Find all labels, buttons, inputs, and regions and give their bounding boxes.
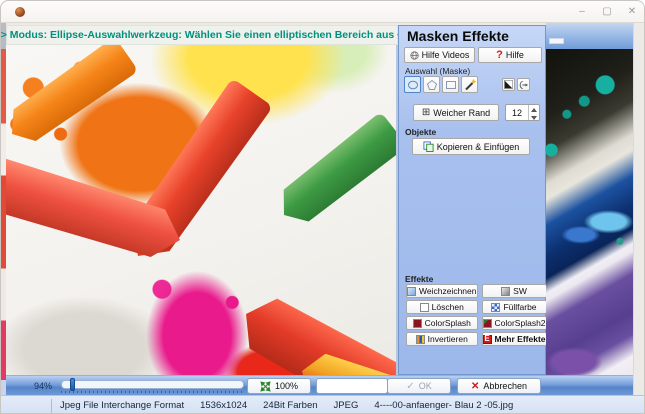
erase-icon: [420, 303, 429, 312]
image-canvas[interactable]: [6, 45, 398, 375]
status-dimensions: 1536x1024: [200, 400, 247, 411]
fill-color-icon: [491, 303, 500, 312]
status-format: Jpeg File Interchange Format: [60, 400, 184, 411]
weichzeichnen-button[interactable]: Weichzeichnen: [406, 284, 478, 298]
kopieren-einfuegen-button[interactable]: Kopieren & Einfügen: [412, 138, 530, 155]
background-window-control: [549, 38, 564, 44]
abbrechen-label: Abbrechen: [483, 381, 527, 391]
objects-group-label: Objekte: [405, 127, 436, 137]
deselect-button[interactable]: [517, 78, 530, 91]
kopieren-einfuegen-label: Kopieren & Einfügen: [437, 142, 520, 152]
resize-arrows-icon: [260, 381, 271, 392]
colorsplash2-button[interactable]: ColorSplash2: [482, 316, 547, 330]
spin-down-button[interactable]: [529, 114, 539, 123]
status-bar: Jpeg File Interchange Format 1536x1024 2…: [1, 395, 645, 414]
colorsplash2-icon: [483, 319, 492, 328]
effects-group-label: Effekte: [405, 274, 433, 284]
effect-label: ColorSplash: [425, 318, 471, 328]
weicher-rand-button[interactable]: ⊞ Weicher Rand: [413, 104, 499, 121]
zoom-percent-label: 94%: [34, 381, 52, 391]
zoom-slider[interactable]: [61, 380, 244, 389]
photo-fragment: [231, 287, 398, 375]
effect-label: Füllfarbe: [503, 302, 536, 312]
masken-effekte-panel: Masken Effekte Hilfe Videos ? Hilfe Ausw…: [398, 25, 546, 375]
effect-label: Weichzeichnen: [419, 286, 477, 296]
invert-selection-button[interactable]: [502, 78, 515, 91]
effect-label: Löschen: [432, 302, 464, 312]
photo-fragment: [6, 45, 139, 151]
hilfe-videos-label: Hilfe Videos: [422, 50, 470, 60]
invert-colors-icon: [416, 335, 425, 344]
magic-wand-tool-button[interactable]: [461, 76, 478, 93]
blur-icon: [407, 287, 416, 296]
status-color-depth: 24Bit Farben: [263, 400, 317, 411]
photo-fragment: [270, 111, 398, 232]
polygon-icon: [426, 79, 438, 91]
ellipse-icon: [407, 79, 419, 91]
abbrechen-button[interactable]: ✕ Abbrechen: [457, 378, 541, 394]
soft-edge-spinbox[interactable]: 12: [505, 104, 540, 121]
selection-group-label: Auswahl (Maske): [405, 66, 470, 76]
ellipse-select-tool-button[interactable]: [404, 76, 421, 93]
more-effects-icon: E: [483, 335, 492, 344]
zoom-slider-ticks: [61, 391, 244, 393]
panel-title: Masken Effekte: [407, 28, 509, 44]
ok-label: OK: [419, 381, 432, 391]
grayscale-icon: [501, 287, 510, 296]
colorsplash-button[interactable]: ColorSplash: [406, 316, 478, 330]
minimize-button[interactable]: –: [574, 4, 590, 20]
background-image-strip: [546, 49, 633, 375]
invert-triangle-icon: [504, 80, 513, 89]
effect-label: SW: [513, 286, 527, 296]
invertieren-button[interactable]: Invertieren: [406, 332, 478, 346]
hilfe-label: Hilfe: [506, 50, 524, 60]
effect-label: Mehr Effekte: [495, 334, 546, 344]
loeschen-button[interactable]: Löschen: [406, 300, 478, 314]
rectangle-select-tool-button[interactable]: [442, 76, 459, 93]
close-button[interactable]: ✕: [624, 4, 640, 20]
photo-fragment: [6, 153, 188, 266]
zoom-toolbar: 94% 100% ✓ OK ✕ Abbrechen: [6, 375, 633, 395]
status-file-type: JPEG: [334, 400, 359, 411]
zoom-100-button[interactable]: 100%: [247, 378, 311, 394]
globe-icon: [410, 51, 419, 60]
app-icon: [15, 7, 25, 17]
spin-up-button[interactable]: [529, 105, 539, 114]
window-right-margin: [633, 23, 645, 414]
mehr-effekte-button[interactable]: E Mehr Effekte: [482, 332, 547, 346]
zoom-slider-handle[interactable]: [70, 378, 75, 391]
status-separator: [51, 399, 52, 413]
magic-wand-icon: [464, 79, 476, 91]
app-window: – ▢ ✕ -> Modus: Ellipse-Auswahlwerkzeug:…: [0, 0, 645, 414]
ok-button[interactable]: ✓ OK: [387, 378, 451, 394]
hilfe-button[interactable]: ? Hilfe: [478, 47, 542, 63]
rectangle-icon: [445, 79, 457, 91]
window-titlebar: – ▢ ✕: [1, 1, 645, 23]
check-icon: ✓: [406, 381, 414, 392]
colorsplash-icon: [413, 319, 422, 328]
question-icon: ?: [496, 49, 503, 61]
effect-label: Invertieren: [428, 334, 468, 344]
zoom-input-field[interactable]: [316, 378, 388, 394]
mode-hint-bar: -> Modus: Ellipse-Auswahlwerkzeug: Wähle…: [6, 25, 398, 45]
maximize-button[interactable]: ▢: [599, 4, 615, 20]
background-window-header: [546, 23, 633, 49]
fuellfarbe-button[interactable]: Füllfarbe: [482, 300, 547, 314]
arrow-out-icon: [519, 80, 529, 90]
polygon-select-tool-button[interactable]: [423, 76, 440, 93]
zoom-100-label: 100%: [275, 381, 298, 391]
plus-box-icon: ⊞: [422, 107, 430, 118]
effects-grid: Weichzeichnen SW Löschen Füllfarbe Color…: [406, 284, 539, 346]
mode-hint-text: -> Modus: Ellipse-Auswahlwerkzeug: Wähle…: [0, 29, 407, 41]
cancel-x-icon: ✕: [471, 381, 479, 392]
effect-label: ColorSplash2: [495, 318, 546, 328]
weicher-rand-label: Weicher Rand: [433, 108, 490, 118]
sw-button[interactable]: SW: [482, 284, 547, 298]
status-filename: 4----00-anfaenger- Blau 2 -05.jpg: [374, 400, 513, 411]
copy-paste-icon: [423, 141, 434, 152]
hilfe-videos-button[interactable]: Hilfe Videos: [404, 47, 475, 63]
soft-edge-value: 12: [506, 105, 528, 120]
